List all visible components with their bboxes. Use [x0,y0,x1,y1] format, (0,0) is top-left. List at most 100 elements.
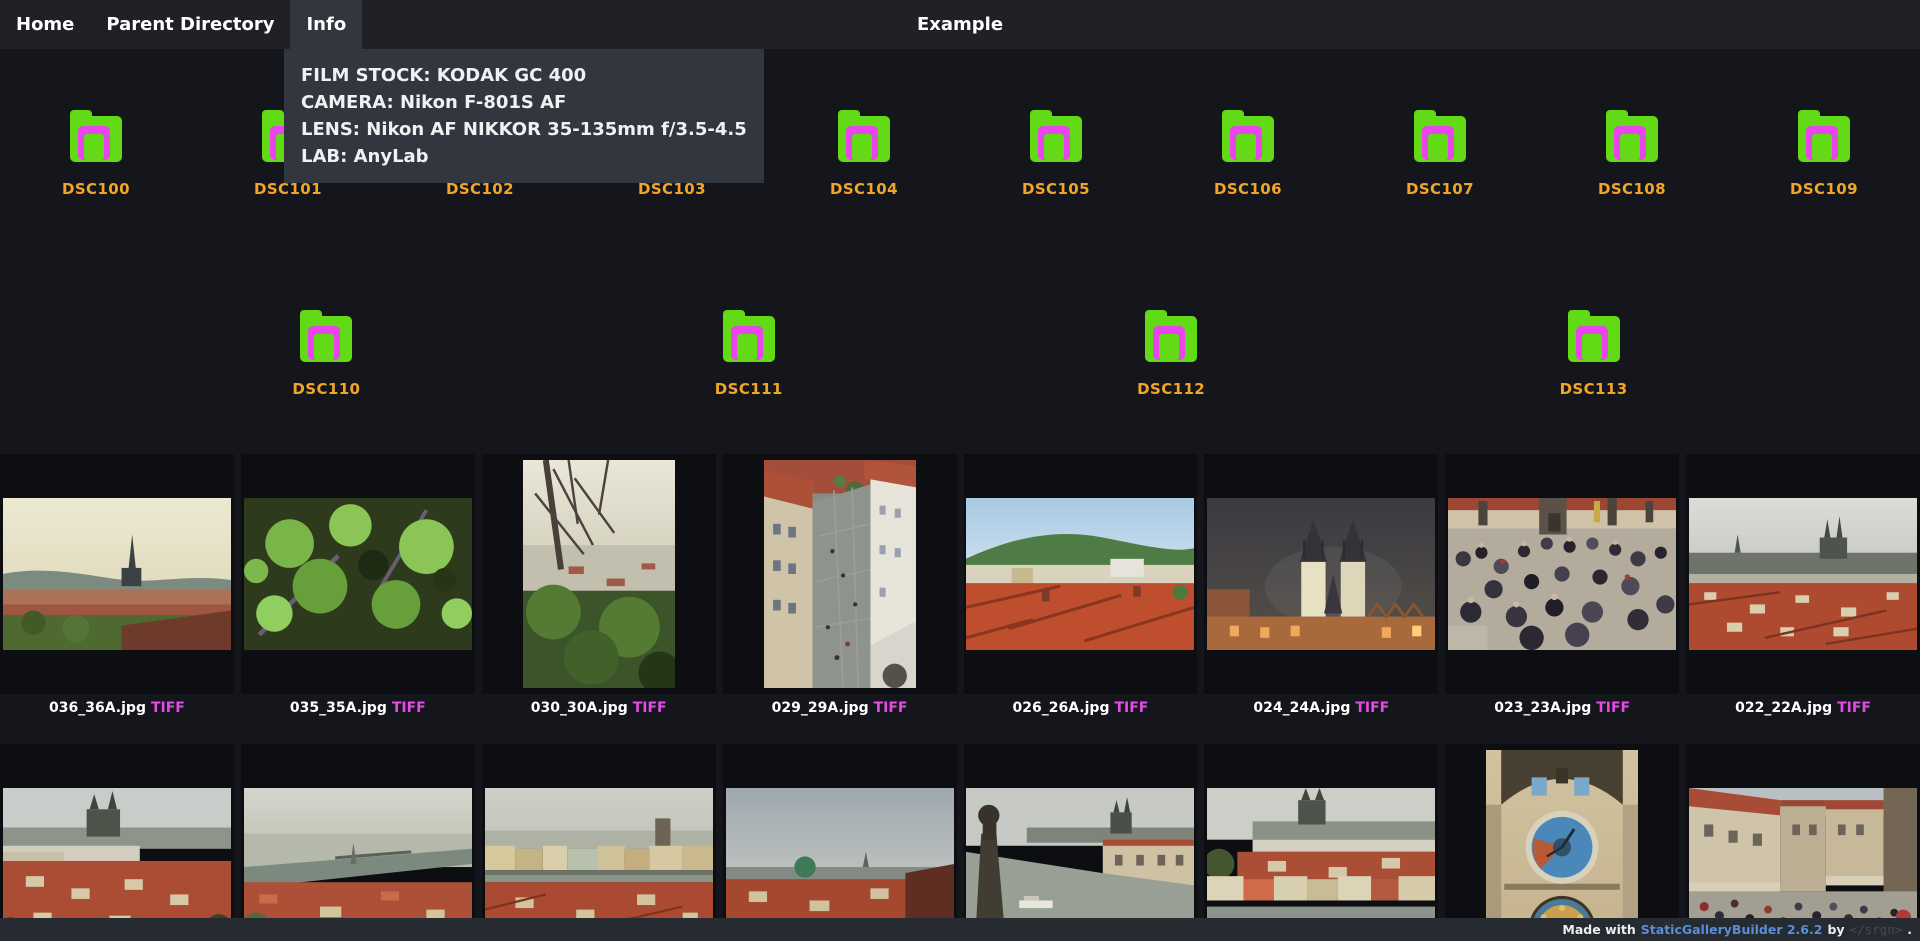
folder-icon [1024,106,1088,166]
thumb-label: 036_36A.jpgTIFF [49,700,185,720]
thumb-row2-8[interactable] [1686,744,1920,941]
thumb-030-30A[interactable]: 030_30A.jpgTIFF [482,454,716,720]
photo-square-aerial [764,460,916,688]
folder-dsc104[interactable]: DSC104 [768,106,960,198]
info-line-film: FILM STOCK: KODAK GC 400 [301,62,747,89]
thumb-row2-2[interactable] [241,744,475,941]
thumb-row2-8-image[interactable] [1686,744,1920,941]
thumb-filename: 035_35A.jpg [290,700,387,716]
page-title: Example [917,0,1003,49]
thumb-row2-4[interactable] [723,744,957,941]
info-line-camera: CAMERA: Nikon F-801S AF [301,89,747,116]
folder-label: DSC105 [1022,180,1090,198]
photo-city-panorama [3,498,231,650]
folder-dsc110[interactable]: DSC110 [230,306,422,398]
thumbnail-grid: 036_36A.jpgTIFF 035_35A.jpg TIFF [0,454,1920,941]
folder-dsc112[interactable]: DSC112 [1075,306,1267,398]
folder-dsc106[interactable]: DSC106 [1152,106,1344,198]
folder-label: DSC107 [1406,180,1474,198]
folder-label: DSC110 [292,380,360,398]
thumb-format-badge: TIFF [151,700,185,716]
folder-label: DSC113 [1560,380,1628,398]
folder-label: DSC112 [1137,380,1205,398]
folder-icon [1562,306,1626,366]
thumb-image-024-24A[interactable] [1204,454,1438,694]
photo-castle-roofs [1689,498,1917,650]
photo-church-night [1207,498,1435,650]
thumb-036-36A[interactable]: 036_36A.jpgTIFF [0,454,234,720]
thumb-row2-7[interactable] [1445,744,1679,941]
folder-label: DSC104 [830,180,898,198]
footer-builder-link[interactable]: StaticGalleryBuilder 2.6.2 [1641,922,1823,937]
thumb-image-035-35A[interactable] [241,454,475,694]
thumb-image-022-22A[interactable] [1686,454,1920,694]
nav-home[interactable]: Home [0,0,90,49]
thumb-image-036-36A[interactable] [0,454,234,694]
thumb-035-35A[interactable]: 035_35A.jpg TIFF [241,454,475,720]
thumb-label: 024_24A.jpgTIFF [1253,700,1389,720]
thumb-row2-1[interactable] [0,744,234,941]
navbar: Home Parent Directory Info Example [0,0,1920,49]
thumb-format-badge: TIFF [392,700,426,716]
info-line-lens: LENS: Nikon AF NIKKOR 35-135mm f/3.5-4.5 [301,116,747,143]
srgn-logo[interactable]: </srgn> [1850,922,1903,937]
thumb-format-badge: TIFF [1596,700,1630,716]
thumb-format-badge: TIFF [1114,700,1148,716]
thumb-024-24A[interactable]: 024_24A.jpgTIFF [1204,454,1438,720]
thumb-image-029-29A[interactable] [723,454,957,694]
thumb-row2-6-image[interactable] [1204,744,1438,941]
folder-icon [294,306,358,366]
thumb-026-26A[interactable]: 026_26A.jpgTIFF [964,454,1198,720]
folder-label: DSC106 [1214,180,1282,198]
thumb-022-22A[interactable]: 022_22A.jpgTIFF [1686,454,1920,720]
folder-icon [1792,106,1856,166]
thumb-image-023-23A[interactable] [1445,454,1679,694]
thumb-filename: 026_26A.jpg [1013,700,1110,716]
photo-rooftops-hill [966,498,1194,650]
folder-dsc113[interactable]: DSC113 [1498,306,1690,398]
thumb-filename: 023_23A.jpg [1494,700,1591,716]
folder-icon [1139,306,1203,366]
folder-icon [832,106,896,166]
folder-dsc108[interactable]: DSC108 [1536,106,1728,198]
thumb-029-29A[interactable]: 029_29A.jpg TIFF [723,454,957,720]
thumb-row2-3[interactable] [482,744,716,941]
thumb-row2-5-image[interactable] [964,744,1198,941]
thumb-023-23A[interactable]: 023_23A.jpg TIFF [1445,454,1679,720]
thumb-row2-3-image[interactable] [482,744,716,941]
thumb-row2-6[interactable] [1204,744,1438,941]
thumb-row2-5[interactable] [964,744,1198,941]
folder-icon [717,306,781,366]
footer-by: by [1827,922,1844,937]
thumb-label: 029_29A.jpg TIFF [772,700,908,720]
folder-dsc100[interactable]: DSC100 [0,106,192,198]
thumb-row2-7-image[interactable] [1445,744,1679,941]
thumb-format-badge: TIFF [874,700,908,716]
folder-label: DSC109 [1790,180,1858,198]
photo-tree-over-city [523,460,675,688]
thumb-image-026-26A[interactable] [964,454,1198,694]
thumb-format-badge: TIFF [633,700,667,716]
thumb-row2-1-image[interactable] [0,744,234,941]
thumb-image-030-30A[interactable] [482,454,716,694]
footer-bar: Made with StaticGalleryBuilder 2.6.2 by … [0,918,1920,941]
folder-label: DSC100 [62,180,130,198]
info-line-lab: LAB: AnyLab [301,143,747,170]
folder-label: DSC108 [1598,180,1666,198]
photo-foliage [244,498,472,650]
folder-dsc109[interactable]: DSC109 [1728,106,1920,198]
thumb-label: 026_26A.jpgTIFF [1013,700,1149,720]
thumb-row2-4-image[interactable] [723,744,957,941]
thumb-filename: 029_29A.jpg [772,700,869,716]
folder-dsc111[interactable]: DSC111 [653,306,845,398]
folder-dsc105[interactable]: DSC105 [960,106,1152,198]
folder-dsc107[interactable]: DSC107 [1344,106,1536,198]
folder-label: DSC111 [715,380,783,398]
nav-parent-directory[interactable]: Parent Directory [90,0,290,49]
tab-info[interactable]: Info [290,0,362,49]
folder-icon [1408,106,1472,166]
footer-dot: . [1907,922,1912,937]
thumb-format-badge: TIFF [1837,700,1871,716]
thumb-row2-2-image[interactable] [241,744,475,941]
thumb-label: 035_35A.jpg TIFF [290,700,426,720]
